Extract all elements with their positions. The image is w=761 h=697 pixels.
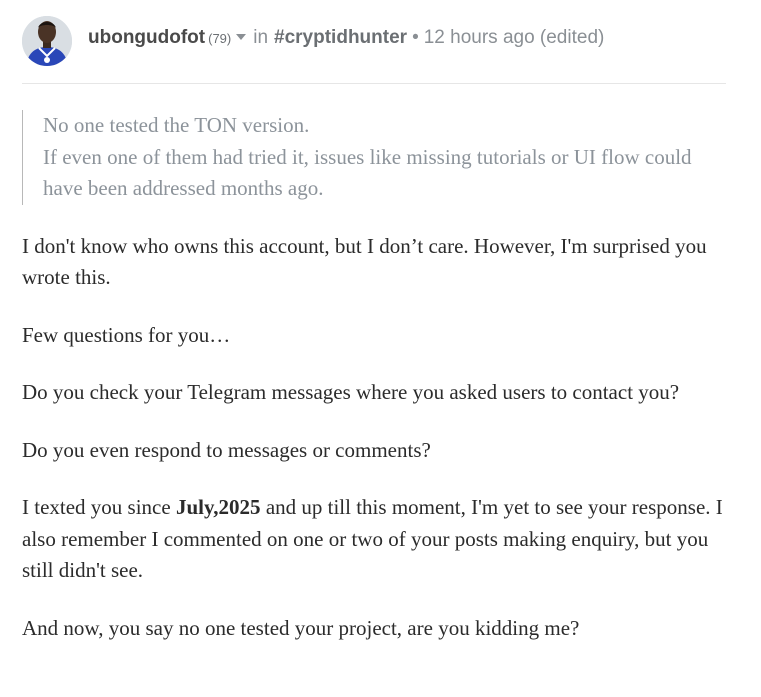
chevron-down-icon[interactable] xyxy=(236,34,247,40)
paragraph-4: Do you even respond to messages or comme… xyxy=(22,437,431,462)
quote-line-1: No one tested the TON version. xyxy=(43,113,310,137)
post-timestamp[interactable]: 12 hours ago (edited) xyxy=(424,27,605,49)
bold-date: July,2025 xyxy=(175,495,261,519)
community-link[interactable]: #cryptidhunter xyxy=(274,27,407,49)
paragraph-3: Do you check your Telegram messages wher… xyxy=(22,380,680,404)
paragraph-2: Few questions for you… xyxy=(22,322,231,347)
avatar[interactable] xyxy=(22,16,72,66)
paragraph-1: I don't know who owns this account, but … xyxy=(22,233,707,290)
post-meta: ubongudofot (79) in #cryptidhunter • 12 … xyxy=(88,27,604,49)
blockquote: No one tested the TON version. If even o… xyxy=(22,110,732,205)
avatar-image xyxy=(22,16,72,66)
header-divider xyxy=(22,83,726,84)
separator-dot: • xyxy=(412,27,419,48)
paragraph-6: And now, you say no one tested your proj… xyxy=(22,615,580,640)
paragraph-5-text-a: I texted you since xyxy=(22,495,176,519)
paragraph-5: I texted you since July,2025 and up till… xyxy=(22,492,732,587)
author-reputation: (79) xyxy=(208,31,232,46)
post-body: No one tested the TON version. If even o… xyxy=(22,110,732,670)
post-header: ubongudofot (79) in #cryptidhunter • 12 … xyxy=(22,12,742,70)
quote-line-2: If even one of them had tried it, issues… xyxy=(43,144,692,201)
in-label: in xyxy=(253,27,269,48)
author-name[interactable]: ubongudofot xyxy=(88,27,205,49)
